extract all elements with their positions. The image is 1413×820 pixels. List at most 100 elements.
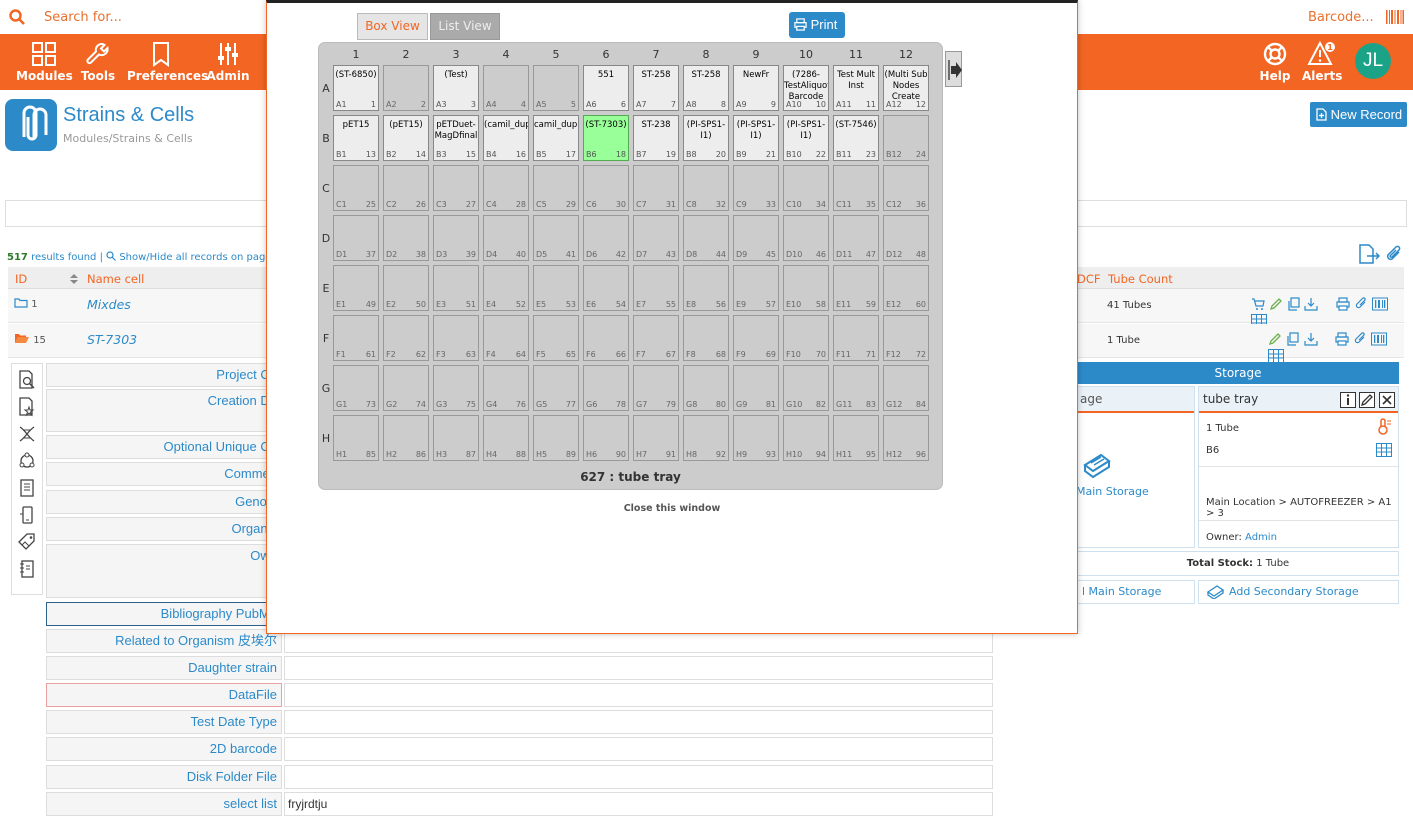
tray-cell-e2[interactable]: E2 50 xyxy=(383,265,429,311)
edit-icon[interactable] xyxy=(1359,392,1375,408)
tray-cell-c9[interactable]: C9 33 xyxy=(733,165,779,211)
tray-cell-f5[interactable]: F5 65 xyxy=(533,315,579,361)
tray-cell-e5[interactable]: E5 53 xyxy=(533,265,579,311)
tray-cell-g8[interactable]: G8 80 xyxy=(683,365,729,411)
tray-cell-a12[interactable]: (Multi Sub Nodes Create A12 12 xyxy=(883,65,929,111)
tray-cell-f12[interactable]: F12 72 xyxy=(883,315,929,361)
tray-cell-h11[interactable]: H11 95 xyxy=(833,415,879,461)
open-folder-icon[interactable] xyxy=(14,333,30,344)
tray-cell-f3[interactable]: F3 63 xyxy=(433,315,479,361)
tray-cell-b5[interactable]: camil_duplicate B5 17 xyxy=(533,115,579,161)
tray-cell-e4[interactable]: E4 52 xyxy=(483,265,529,311)
tray-cell-d7[interactable]: D7 43 xyxy=(633,215,679,261)
tray-cell-g1[interactable]: G1 73 xyxy=(333,365,379,411)
molecule-icon[interactable] xyxy=(17,451,37,471)
tray-cell-g9[interactable]: G9 81 xyxy=(733,365,779,411)
tray-cell-b4[interactable]: (camil_duplicate) B4 16 xyxy=(483,115,529,161)
tray-cell-g10[interactable]: G10 82 xyxy=(783,365,829,411)
tray-cell-e9[interactable]: E9 57 xyxy=(733,265,779,311)
tray-cell-f6[interactable]: F6 66 xyxy=(583,315,629,361)
tray-cell-c11[interactable]: C11 35 xyxy=(833,165,879,211)
column-dcf[interactable]: DCF xyxy=(1077,272,1101,286)
column-name-cell[interactable]: Name cell xyxy=(87,272,144,286)
tray-cell-c12[interactable]: C12 36 xyxy=(883,165,929,211)
tab-box-view[interactable]: Box View xyxy=(357,13,428,40)
search-icon[interactable] xyxy=(9,9,25,25)
tube-tray-tab[interactable]: tube tray xyxy=(1199,387,1398,413)
info-icon[interactable] xyxy=(1340,392,1356,408)
tray-cell-b6[interactable]: (ST-7303) B6 18 xyxy=(583,115,629,161)
tray-cell-d10[interactable]: D10 46 xyxy=(783,215,829,261)
tray-cell-d3[interactable]: D3 39 xyxy=(433,215,479,261)
tray-cell-b7[interactable]: ST-238 B7 19 xyxy=(633,115,679,161)
field-value[interactable] xyxy=(284,683,993,707)
tray-cell-b11[interactable]: (ST-7546) B11 23 xyxy=(833,115,879,161)
tray-cell-e8[interactable]: E8 56 xyxy=(683,265,729,311)
add-secondary-storage-button[interactable]: Add Secondary Storage xyxy=(1198,580,1399,604)
show-hide-records-link[interactable]: Show/Hide all records on page xyxy=(119,252,271,263)
tray-cell-d2[interactable]: D2 38 xyxy=(383,215,429,261)
field-value[interactable] xyxy=(284,656,993,680)
device-icon[interactable] xyxy=(17,505,37,525)
tray-cell-a1[interactable]: (ST-6850) A1 1 xyxy=(333,65,379,111)
tray-cell-e12[interactable]: E12 60 xyxy=(883,265,929,311)
print-icon[interactable] xyxy=(1336,297,1350,311)
notebook-icon[interactable] xyxy=(17,478,37,498)
copy-icon[interactable] xyxy=(1287,297,1301,311)
tray-cell-h4[interactable]: H4 88 xyxy=(483,415,529,461)
tray-cell-g11[interactable]: G11 83 xyxy=(833,365,879,411)
tray-cell-h9[interactable]: H9 93 xyxy=(733,415,779,461)
tray-cell-h1[interactable]: H1 85 xyxy=(333,415,379,461)
tray-cell-a3[interactable]: (Test) A3 3 xyxy=(433,65,479,111)
tray-cell-c5[interactable]: C5 29 xyxy=(533,165,579,211)
tray-cell-a7[interactable]: ST-258 A7 7 xyxy=(633,65,679,111)
tray-cell-h5[interactable]: H5 89 xyxy=(533,415,579,461)
row-name[interactable]: ST-7303 xyxy=(87,332,137,347)
tray-cell-d4[interactable]: D4 40 xyxy=(483,215,529,261)
tray-cell-h10[interactable]: H10 94 xyxy=(783,415,829,461)
tray-cell-f1[interactable]: F1 61 xyxy=(333,315,379,361)
tray-cell-d8[interactable]: D8 44 xyxy=(683,215,729,261)
row-name[interactable]: Mixdes xyxy=(87,297,131,312)
tray-cell-g4[interactable]: G4 76 xyxy=(483,365,529,411)
new-record-button[interactable]: New Record xyxy=(1310,102,1407,127)
menu-alerts[interactable]: 1 Alerts xyxy=(1302,34,1342,90)
tube-thermometer-icon[interactable] xyxy=(1377,418,1393,436)
tray-cell-c7[interactable]: C7 31 xyxy=(633,165,679,211)
storage-rack-icon[interactable] xyxy=(1082,451,1112,479)
tray-cell-b9[interactable]: (PI-SPS1-I1) B9 21 xyxy=(733,115,779,161)
tray-cell-e10[interactable]: E10 58 xyxy=(783,265,829,311)
barcode-icon[interactable] xyxy=(1371,332,1388,346)
download-icon[interactable] xyxy=(1304,332,1318,346)
field-value[interactable] xyxy=(284,765,993,789)
download-icon[interactable] xyxy=(1304,297,1319,311)
tray-cell-d6[interactable]: D6 42 xyxy=(583,215,629,261)
close-icon[interactable] xyxy=(1379,392,1395,408)
sort-icon[interactable] xyxy=(70,274,78,284)
tray-cell-h7[interactable]: H7 91 xyxy=(633,415,679,461)
column-id[interactable]: ID xyxy=(15,272,27,286)
tray-cell-g6[interactable]: G6 78 xyxy=(583,365,629,411)
tray-cell-c8[interactable]: C8 32 xyxy=(683,165,729,211)
tray-cell-b2[interactable]: (pET15) B2 14 xyxy=(383,115,429,161)
field-value[interactable]: fryjrdtju xyxy=(284,792,993,816)
tray-cell-h6[interactable]: H6 90 xyxy=(583,415,629,461)
tray-cell-g2[interactable]: G2 74 xyxy=(383,365,429,411)
tray-cell-e3[interactable]: E3 51 xyxy=(433,265,479,311)
tray-cell-c10[interactable]: C10 34 xyxy=(783,165,829,211)
tray-cell-c2[interactable]: C2 26 xyxy=(383,165,429,211)
barcode-icon[interactable] xyxy=(1371,297,1388,311)
tray-cell-g7[interactable]: G7 79 xyxy=(633,365,679,411)
box-grid-icon[interactable] xyxy=(1268,349,1284,363)
tray-cell-h2[interactable]: H2 86 xyxy=(383,415,429,461)
owner-link[interactable]: Admin xyxy=(1245,532,1277,543)
tray-cell-e1[interactable]: E1 49 xyxy=(333,265,379,311)
tray-cell-a9[interactable]: NewFr A9 9 xyxy=(733,65,779,111)
tray-cell-a6[interactable]: 551 A6 6 xyxy=(583,65,629,111)
tray-cell-f9[interactable]: F9 69 xyxy=(733,315,779,361)
menu-tools[interactable]: Tools xyxy=(80,34,116,90)
tray-cell-h12[interactable]: H12 96 xyxy=(883,415,929,461)
tray-cell-a10[interactable]: (7286-TestAliquot Barcode A10 10 xyxy=(783,65,829,111)
main-storage-link[interactable]: Main Storage xyxy=(1076,485,1149,498)
tray-cell-a5[interactable]: A5 5 xyxy=(533,65,579,111)
